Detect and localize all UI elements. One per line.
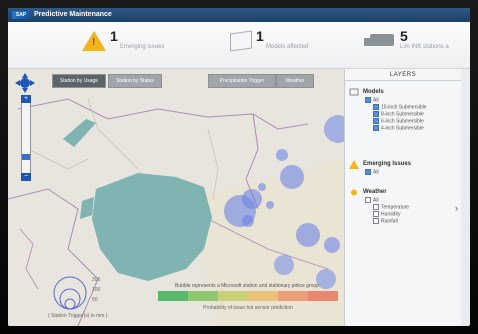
checkbox[interactable] <box>373 218 379 224</box>
tab-station-by-usage[interactable]: Station by Usage <box>52 74 106 88</box>
layer-item[interactable]: Humidity <box>349 211 459 218</box>
truck-icon <box>364 34 394 46</box>
checkbox[interactable] <box>373 104 379 110</box>
checkbox[interactable] <box>373 111 379 117</box>
warning-icon <box>82 31 106 51</box>
checkbox[interactable] <box>373 118 379 124</box>
zoom-control: + − <box>14 73 36 183</box>
tab-precipitation-trigger[interactable]: Precipitation Trigger <box>208 74 276 88</box>
sun-icon <box>351 189 357 196</box>
scale-swatch <box>218 291 248 301</box>
kpi-strip: 1 Emerging issues 1 Models affected 5 Li… <box>8 22 470 69</box>
bubble-size-legend: 200 100 50 ( Station Trigger(s) in mm ) <box>48 271 148 323</box>
kpi-label: Models affected <box>266 44 309 50</box>
item-label: 8-inch Submersible <box>381 111 424 118</box>
layer-section-issues: Emerging Issues All <box>349 159 459 176</box>
legend-value-100: 100 <box>92 287 101 293</box>
app-window: SAP Predictive Maintenance 1 Emerging is… <box>8 8 470 326</box>
chevron-right-icon[interactable]: › <box>455 203 458 213</box>
box-icon <box>230 30 252 52</box>
item-label: All <box>373 197 379 204</box>
legend-value-200: 200 <box>92 277 101 283</box>
kpi-label: Lim INK stations a <box>400 44 449 50</box>
checkbox[interactable] <box>373 204 379 210</box>
section-title: Weather <box>363 189 387 195</box>
layers-title: LAYERS <box>345 72 461 81</box>
tab-weather[interactable]: Weather <box>276 74 314 88</box>
scale-swatch <box>158 291 188 301</box>
section-header[interactable]: Weather <box>349 187 459 197</box>
item-label: Rainfall <box>381 218 398 225</box>
layer-item[interactable]: Rainfall <box>349 218 459 225</box>
kpi-value: 1 <box>256 28 264 44</box>
app-title: Predictive Maintenance <box>34 11 112 18</box>
map-explanation: Bubble represents a Microsoft station an… <box>175 283 319 289</box>
kpi-value: 1 <box>110 28 118 44</box>
map-view[interactable]: Station by Usage Station by Status Preci… <box>8 69 344 326</box>
item-label: 6-inch Submersible <box>381 118 424 125</box>
zoom-thumb[interactable] <box>22 154 30 160</box>
legend-value-50: 50 <box>92 297 98 303</box>
tab-station-by-status[interactable]: Station by Status <box>108 74 162 88</box>
layer-section-models: Models All 10-inch Submersible 8-inch Su… <box>349 87 459 132</box>
layer-item[interactable]: Temperature <box>349 204 459 211</box>
item-label: Temperature <box>381 204 410 211</box>
pan-down-icon[interactable] <box>22 88 28 93</box>
section-title: Models <box>363 89 384 95</box>
layer-item[interactable]: All <box>349 197 459 204</box>
checkbox[interactable] <box>365 169 371 175</box>
box-icon <box>349 88 359 96</box>
checkbox[interactable] <box>373 125 379 131</box>
kpi-value: 5 <box>400 28 408 44</box>
pan-control[interactable] <box>15 73 35 93</box>
layers-panel: LAYERS Models All 10-inch Submersible 8-… <box>344 69 461 326</box>
zoom-slider[interactable]: + − <box>21 95 31 181</box>
legend-caption: ( Station Trigger(s) in mm ) <box>48 313 108 319</box>
pan-right-icon[interactable] <box>30 80 35 86</box>
layer-section-weather: Weather All Temperature Humidity Rainfal… <box>349 187 459 225</box>
zoom-out-button[interactable]: − <box>21 173 31 181</box>
item-label: 4-inch Submersible <box>381 125 424 132</box>
scale-swatch <box>248 291 278 301</box>
kpi-stations[interactable]: 5 Lim INK stations a <box>364 28 470 64</box>
zoom-in-button[interactable]: + <box>21 95 31 103</box>
scale-swatch <box>188 291 218 301</box>
kpi-emerging-issues[interactable]: 1 Emerging issues <box>82 28 192 64</box>
pan-left-icon[interactable] <box>15 80 20 86</box>
checkbox[interactable] <box>373 211 379 217</box>
layer-item[interactable]: All <box>349 169 459 176</box>
kpi-label: Emerging issues <box>120 44 165 50</box>
checkbox[interactable] <box>365 197 371 203</box>
section-header[interactable]: Models <box>349 87 459 97</box>
sap-logo: SAP <box>12 11 30 19</box>
section-header[interactable]: Emerging Issues <box>349 159 459 169</box>
item-label: Humidity <box>381 211 401 218</box>
section-title: Emerging Issues <box>363 161 412 167</box>
warning-icon <box>349 160 359 169</box>
pan-icon <box>20 78 30 88</box>
layer-item[interactable]: 4-inch Submersible <box>349 125 459 132</box>
kpi-models-affected[interactable]: 1 Models affected <box>228 28 338 64</box>
item-label: All <box>373 97 379 104</box>
checkbox[interactable] <box>365 97 371 103</box>
scale-caption: Probability of issue hot sensor predicti… <box>203 305 293 311</box>
title-bar: SAP Predictive Maintenance <box>8 8 470 22</box>
item-label: All <box>373 169 379 176</box>
layer-item[interactable]: 6-inch Submersible <box>349 118 459 125</box>
item-label: 10-inch Submersible <box>381 104 427 111</box>
probability-color-scale <box>158 291 338 301</box>
layer-item[interactable]: 10-inch Submersible <box>349 104 459 111</box>
pan-up-icon[interactable] <box>22 73 28 78</box>
scale-swatch <box>278 291 308 301</box>
layer-item[interactable]: 8-inch Submersible <box>349 111 459 118</box>
layer-item[interactable]: All <box>349 97 459 104</box>
scale-swatch <box>308 291 338 301</box>
